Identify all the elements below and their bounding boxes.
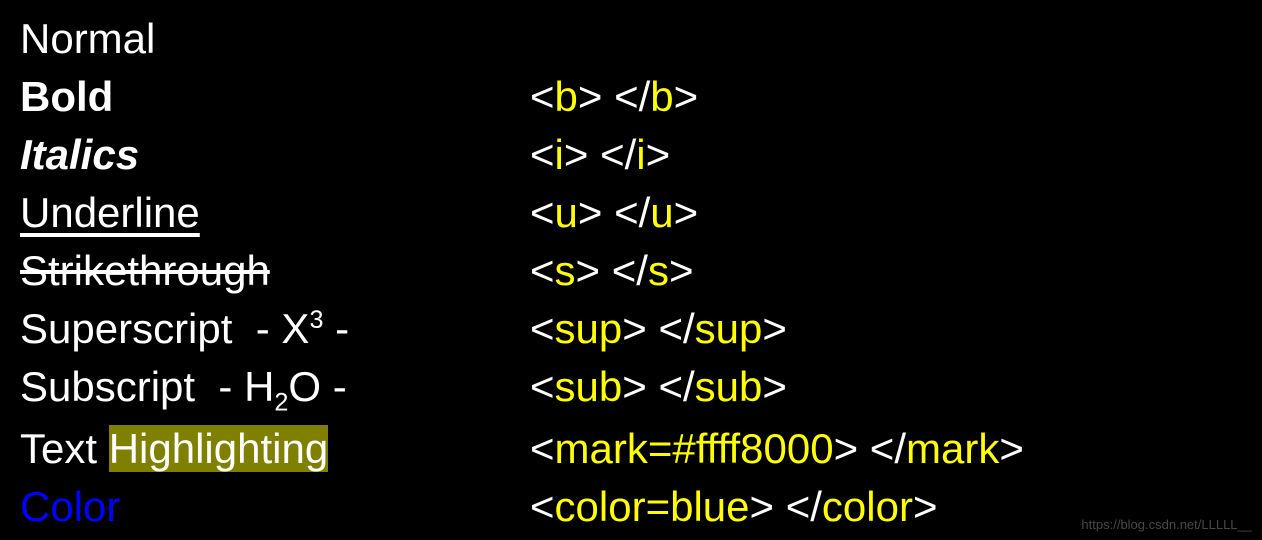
tag-bracket: </ [612, 247, 648, 294]
highlight-prefix: Text [20, 425, 109, 472]
underline-text: Underline [20, 189, 200, 236]
tag-italics: <i> </i> [530, 126, 1242, 184]
sub-suffix: O - [288, 363, 346, 410]
tag-bold: <b> </b> [530, 68, 1242, 126]
tag-bracket: > [999, 425, 1024, 472]
tag-name: mark=#ffff8000 [555, 425, 834, 472]
tag-superscript: <sup> </sup> [530, 300, 1242, 358]
tag-bracket: > [576, 247, 612, 294]
tag-bracket: > [564, 131, 600, 178]
tag-bracket: > [578, 189, 614, 236]
tag-bracket: </ [658, 305, 694, 352]
tag-name: sub [555, 363, 623, 410]
tag-strikethrough: <s> </s> [530, 242, 1242, 300]
tag-bracket: < [530, 189, 555, 236]
tag-bracket: > [669, 247, 694, 294]
tag-name: color [822, 483, 913, 530]
tag-bracket: < [530, 363, 555, 410]
tag-name: sub [695, 363, 763, 410]
tag-bracket: < [530, 131, 555, 178]
tag-name: s [555, 247, 576, 294]
label-underline: Underline [20, 184, 530, 242]
tag-bracket: > [674, 73, 699, 120]
tag-bracket: </ [658, 363, 694, 410]
label-superscript: Superscript - X3 - [20, 300, 530, 358]
tag-bracket: < [530, 425, 555, 472]
row-italics: Italics <i> </i> [20, 126, 1242, 184]
highlight-marked: Highlighting [109, 425, 328, 472]
row-color: Color <color=blue> </color> [20, 478, 1242, 536]
tag-underline: <u> </u> [530, 184, 1242, 242]
row-bold: Bold <b> </b> [20, 68, 1242, 126]
tag-bracket: </ [600, 131, 636, 178]
tag-name: mark [906, 425, 999, 472]
tag-bracket: </ [614, 73, 650, 120]
tag-bracket: </ [870, 425, 906, 472]
row-superscript: Superscript - X3 - <sup> </sup> [20, 300, 1242, 358]
tag-bracket: > [834, 425, 870, 472]
watermark-text: https://blog.csdn.net/LLLLL__ [1081, 517, 1252, 532]
row-strikethrough: Strikethrough <s> </s> [20, 242, 1242, 300]
label-subscript: Subscript - H2O - [20, 358, 530, 420]
label-highlighting: Text Highlighting [20, 420, 530, 478]
tag-highlighting: <mark=#ffff8000> </mark> [530, 420, 1242, 478]
row-highlighting: Text Highlighting <mark=#ffff8000> </mar… [20, 420, 1242, 478]
tag-bracket: > [762, 305, 787, 352]
tag-name: u [650, 189, 673, 236]
tag-name: s [648, 247, 669, 294]
sup-prefix: Superscript - X [20, 305, 309, 352]
label-color: Color [20, 478, 530, 536]
tag-name: b [650, 73, 673, 120]
tag-name: b [555, 73, 578, 120]
tag-bracket: </ [786, 483, 822, 530]
tag-name: color=blue [555, 483, 750, 530]
tag-name: sup [695, 305, 763, 352]
strike-text: Strikethrough [20, 247, 270, 294]
tag-bracket: > [622, 305, 658, 352]
tag-bracket: > [762, 363, 787, 410]
tag-bracket: < [530, 483, 555, 530]
tag-subscript: <sub> </sub> [530, 358, 1242, 416]
tag-name: i [555, 131, 564, 178]
tag-bracket: > [913, 483, 938, 530]
row-normal: Normal [20, 10, 1242, 68]
tag-bracket: > [646, 131, 671, 178]
tag-bracket: < [530, 305, 555, 352]
sup-suffix: - [323, 305, 349, 352]
tag-bracket: > [578, 73, 614, 120]
label-normal: Normal [20, 10, 530, 68]
tag-bracket: < [530, 73, 555, 120]
tag-bracket: > [674, 189, 699, 236]
label-strikethrough: Strikethrough [20, 242, 530, 300]
tag-bracket: > [622, 363, 658, 410]
tag-bracket: </ [614, 189, 650, 236]
sub-char: 2 [274, 388, 288, 416]
label-bold: Bold [20, 68, 530, 126]
label-italics: Italics [20, 126, 530, 184]
tag-bracket: > [750, 483, 786, 530]
sup-char: 3 [309, 306, 323, 334]
row-subscript: Subscript - H2O - <sub> </sub> [20, 358, 1242, 420]
tag-name: i [636, 131, 645, 178]
sub-prefix: Subscript - H [20, 363, 274, 410]
tag-name: u [555, 189, 578, 236]
tag-bracket: < [530, 247, 555, 294]
row-underline: Underline <u> </u> [20, 184, 1242, 242]
tag-name: sup [555, 305, 623, 352]
